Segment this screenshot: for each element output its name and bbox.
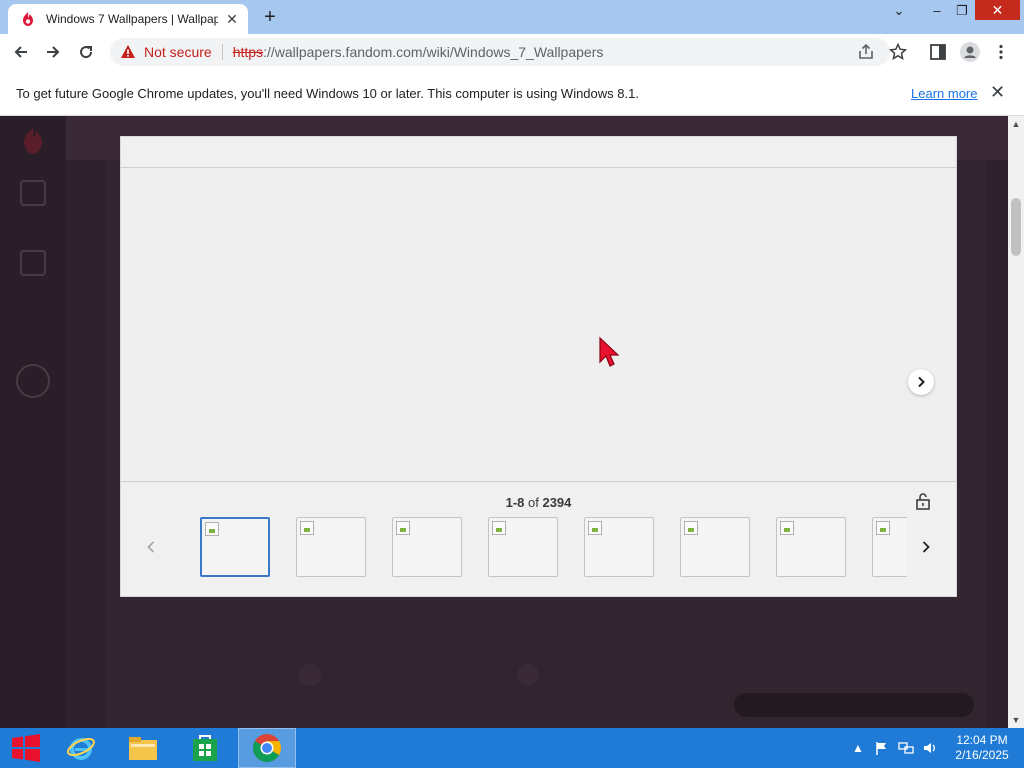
url-path: /wiki/Windows_7_Wallpapers: [422, 44, 604, 60]
browser-titlebar: Windows 7 Wallpapers | Wallpap ✕ + ⌄ – ❐…: [0, 0, 1024, 34]
volume-icon[interactable]: [922, 740, 938, 756]
thumbnail-item[interactable]: [200, 517, 270, 577]
internet-explorer-icon: [67, 737, 95, 760]
broken-image-icon: [780, 521, 794, 535]
lightbox-next-button[interactable]: [908, 369, 934, 395]
windows-logo-icon: [12, 734, 40, 762]
system-clock[interactable]: 12:04 PM 2/16/2025: [946, 733, 1018, 763]
close-window-button[interactable]: ✕: [975, 0, 1020, 20]
thumbnail-item[interactable]: [680, 517, 750, 577]
page-scrollbar[interactable]: ▲ ▼: [1008, 116, 1024, 728]
new-tab-button[interactable]: +: [258, 5, 282, 29]
chevron-right-icon: [922, 541, 930, 553]
page-sidebar: [0, 116, 66, 728]
clock-time: 12:04 PM: [956, 733, 1008, 747]
image-lightbox: 1-8 of 2394: [120, 136, 957, 597]
windows-taskbar: ▲ 12:04 PM 2/16/2025: [0, 728, 1024, 768]
chrome-icon: [253, 734, 281, 762]
filmstrip-prev-button[interactable]: [143, 537, 159, 557]
browser-tab[interactable]: Windows 7 Wallpapers | Wallpap ✕: [8, 4, 248, 34]
lightbox-image-stage: [121, 169, 956, 482]
thumbnail-item[interactable]: [776, 517, 846, 577]
browser-toolbar: Not secure https://wallpapers.fandom.com…: [0, 34, 1024, 70]
profile-avatar-icon[interactable]: [960, 42, 980, 62]
warning-icon: [121, 45, 135, 58]
tab-title: Windows 7 Wallpapers | Wallpap: [46, 12, 218, 26]
discover-icon: [20, 180, 46, 206]
infobar-message: To get future Google Chrome updates, you…: [16, 86, 639, 101]
folder-icon: [129, 737, 157, 760]
sidebar-avatar: [16, 364, 50, 398]
image-counter: 1-8 of 2394: [121, 495, 956, 510]
back-icon[interactable]: [8, 39, 34, 65]
broken-image-icon: [205, 522, 219, 536]
chevron-left-icon: [147, 541, 155, 553]
taskbar-ie[interactable]: [52, 728, 110, 768]
thumbnail-item[interactable]: [584, 517, 654, 577]
mouse-cursor-icon: [599, 336, 620, 367]
scroll-down-icon[interactable]: ▼: [1008, 712, 1024, 728]
chevron-right-icon: [918, 376, 925, 388]
dim-dot: [299, 664, 321, 686]
show-hidden-icons[interactable]: ▲: [850, 740, 866, 756]
menu-kebab-icon[interactable]: [992, 43, 1010, 61]
scroll-up-icon[interactable]: ▲: [1008, 116, 1024, 132]
taskbar-chrome[interactable]: [238, 728, 296, 768]
thumbnail-item[interactable]: [872, 517, 907, 577]
broken-image-icon: [876, 521, 890, 535]
forward-icon[interactable]: [40, 39, 66, 65]
clock-date: 2/16/2025: [955, 748, 1009, 762]
address-bar[interactable]: Not secure https://wallpapers.fandom.com…: [110, 38, 890, 66]
learn-more-link[interactable]: Learn more: [911, 86, 977, 101]
unlock-icon[interactable]: [914, 492, 932, 510]
counter-total: 2394: [542, 495, 572, 510]
broken-image-icon: [300, 521, 314, 535]
store-icon: [193, 735, 217, 761]
taskbar-store[interactable]: [176, 728, 234, 768]
broken-image-icon: [588, 521, 602, 535]
fandom-icon: [23, 12, 33, 26]
bookmark-star-icon[interactable]: [889, 43, 907, 61]
minimize-button[interactable]: –: [925, 0, 949, 24]
reload-icon[interactable]: [73, 39, 99, 65]
url-scheme: https: [232, 44, 264, 60]
share-icon[interactable]: [857, 43, 875, 61]
counter-of: of: [524, 495, 543, 510]
start-button[interactable]: [6, 732, 46, 764]
url-separator: ://: [263, 44, 275, 60]
scroll-thumb[interactable]: [1011, 198, 1021, 256]
broken-image-icon: [492, 521, 506, 535]
update-infobar: To get future Google Chrome updates, you…: [0, 70, 1024, 116]
side-panel-icon[interactable]: [929, 43, 947, 61]
infobar-close-icon[interactable]: ✕: [990, 82, 1005, 103]
restore-button[interactable]: ❐: [950, 0, 974, 24]
fan-lab-prompt: [734, 693, 974, 717]
security-status[interactable]: Not secure: [144, 44, 212, 60]
broken-image-icon: [684, 521, 698, 535]
lightbox-header: [121, 137, 956, 168]
tab-close-icon[interactable]: ✕: [224, 11, 240, 28]
lightbox-filmstrip: 1-8 of 2394: [121, 483, 956, 596]
url-host: wallpapers.fandom.com: [274, 44, 423, 60]
action-center-flag-icon[interactable]: [874, 740, 890, 756]
omnibox-divider: [221, 44, 223, 60]
start-wiki-icon: [20, 250, 46, 276]
thumbnail-strip: [199, 517, 907, 579]
taskbar-file-explorer[interactable]: [114, 728, 172, 768]
tab-search-icon[interactable]: ⌄: [886, 0, 912, 24]
filmstrip-next-button[interactable]: [918, 537, 934, 557]
dim-dot: [517, 664, 539, 686]
broken-image-icon: [396, 521, 410, 535]
thumbnail-item[interactable]: [296, 517, 366, 577]
fandom-logo-icon: [24, 128, 42, 154]
thumbnail-item[interactable]: [488, 517, 558, 577]
thumbnail-item[interactable]: [392, 517, 462, 577]
counter-range: 1-8: [505, 495, 525, 510]
network-icon[interactable]: [898, 740, 914, 756]
